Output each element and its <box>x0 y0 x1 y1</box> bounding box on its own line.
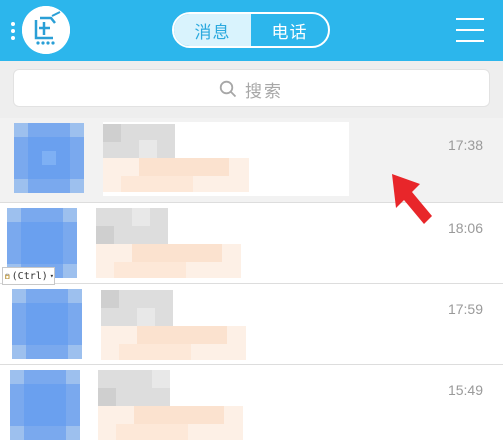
paste-badge-label: (Ctrl) <box>11 270 48 282</box>
message-preview <box>103 122 349 196</box>
tab-messages[interactable]: 消息 <box>174 14 251 46</box>
timestamp: 17:59 <box>447 301 483 317</box>
avatar <box>12 289 82 359</box>
search-area: 搜索 <box>0 61 503 118</box>
fish-logo-icon[interactable] <box>22 6 70 54</box>
hamburger-menu-icon[interactable] <box>456 17 484 43</box>
top-bar: 消息 电话 <box>0 0 503 61</box>
contact-name <box>98 370 170 406</box>
list-item[interactable]: 15:49 <box>0 365 503 448</box>
red-arrow-icon <box>392 174 432 224</box>
tab-calls[interactable]: 电话 <box>251 14 328 46</box>
search-input[interactable]: 搜索 <box>13 69 490 107</box>
contact-name <box>96 208 168 244</box>
paste-options-badge[interactable]: (Ctrl) ▾ <box>2 267 55 285</box>
vertical-dots-icon[interactable] <box>11 22 15 40</box>
tab-switcher: 消息 电话 <box>172 12 330 48</box>
timestamp: 17:38 <box>447 137 483 153</box>
timestamp: 18:06 <box>447 220 483 236</box>
list-item[interactable]: 17:59 <box>0 284 503 364</box>
message-preview <box>98 406 243 440</box>
clipboard-icon <box>5 273 10 279</box>
timestamp: 15:49 <box>447 382 483 398</box>
message-preview <box>101 326 246 360</box>
search-icon <box>219 80 237 98</box>
avatar <box>10 370 80 440</box>
avatar <box>14 123 84 193</box>
search-placeholder: 搜索 <box>245 81 283 102</box>
contact-name <box>101 290 173 326</box>
message-preview <box>96 244 241 278</box>
chevron-down-icon: ▾ <box>49 272 54 280</box>
